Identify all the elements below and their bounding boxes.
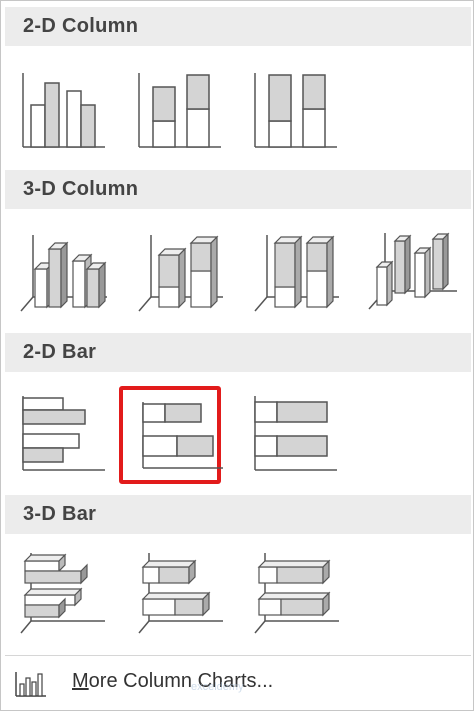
clustered-bar-button[interactable] bbox=[15, 386, 117, 484]
section-header-3d-bar: 3-D Bar bbox=[5, 495, 471, 534]
section-title: 2-D Column bbox=[23, 15, 139, 37]
3d-stacked-bar-button[interactable] bbox=[131, 547, 233, 645]
3d-100-percent-stacked-bar-icon bbox=[254, 553, 339, 634]
3d-column-button[interactable] bbox=[363, 225, 465, 323]
3d-clustered-column-button[interactable] bbox=[15, 225, 117, 323]
3d-100-percent-stacked-column-button[interactable] bbox=[247, 225, 349, 323]
3d-clustered-bar-button[interactable] bbox=[15, 547, 117, 645]
section-title: 3-D Column bbox=[23, 178, 139, 200]
section-header-2d-column: 2-D Column bbox=[5, 7, 471, 46]
3d-stacked-bar-icon bbox=[138, 553, 223, 634]
3d-stacked-column-button[interactable] bbox=[131, 225, 233, 323]
3d-100-percent-stacked-bar-button[interactable] bbox=[247, 547, 349, 645]
100-percent-stacked-column-icon bbox=[254, 73, 337, 148]
3d-clustered-column-icon bbox=[20, 235, 107, 312]
chart-type-gallery: 2-D Column 3-D Column 2-D Bar 3-D Bar Mo… bbox=[0, 0, 474, 711]
stacked-column-icon bbox=[138, 73, 221, 148]
100-percent-stacked-bar-button[interactable] bbox=[247, 386, 349, 484]
section-header-2d-bar: 2-D Bar bbox=[5, 333, 471, 372]
stacked-bar-icon bbox=[142, 402, 223, 469]
3d-column-icon bbox=[368, 232, 457, 310]
watermark-text: exceldemy bbox=[191, 681, 244, 693]
3d-stacked-column-icon bbox=[138, 235, 223, 312]
stacked-bar-button[interactable] bbox=[119, 386, 223, 484]
100-percent-stacked-bar-icon bbox=[254, 396, 337, 471]
section-title: 3-D Bar bbox=[23, 503, 97, 525]
3d-100-percent-stacked-column-icon bbox=[254, 235, 339, 312]
clustered-bar-icon bbox=[22, 396, 105, 471]
clustered-column-icon bbox=[22, 73, 105, 148]
100-percent-stacked-column-button[interactable] bbox=[247, 63, 349, 161]
section-header-3d-column: 3-D Column bbox=[5, 170, 471, 209]
column-chart-icon bbox=[15, 672, 46, 697]
3d-clustered-bar-icon bbox=[20, 553, 105, 634]
stacked-column-button[interactable] bbox=[131, 63, 233, 161]
clustered-column-button[interactable] bbox=[15, 63, 117, 161]
section-title: 2-D Bar bbox=[23, 341, 97, 363]
footer-divider bbox=[5, 655, 471, 656]
